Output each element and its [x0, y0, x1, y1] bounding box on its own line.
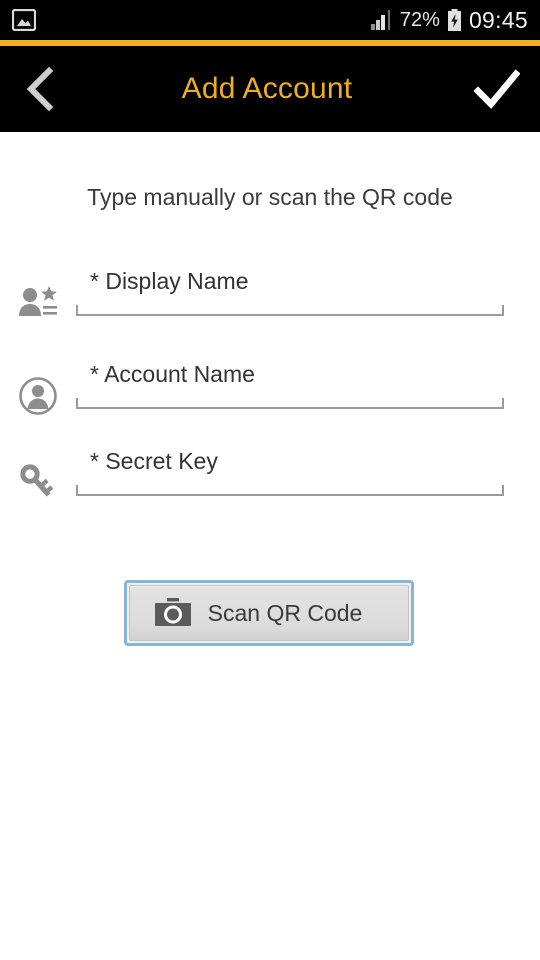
scan-qr-code-label: Scan QR Code	[207, 599, 363, 626]
status-bar: 72% 09:45	[0, 0, 540, 40]
account-name-label: * Account Name	[90, 361, 255, 387]
secret-key-input[interactable]: * Secret Key	[76, 442, 506, 506]
status-bar-left	[12, 9, 36, 31]
scan-qr-code-button-face: Scan QR Code	[129, 585, 409, 641]
phone-screen: 72% 09:45 Add Account Type manually or s…	[0, 0, 540, 960]
secret-key-underline	[76, 485, 504, 496]
field-row-secret-key: * Secret Key	[0, 442, 540, 506]
display-name-label: * Display Name	[90, 268, 249, 294]
key-icon	[0, 442, 76, 506]
battery-percent-label: 72%	[399, 8, 440, 31]
signal-bars-icon	[370, 10, 390, 30]
field-row-display-name: * Display Name	[0, 262, 540, 326]
scan-qr-code-button[interactable]: Scan QR Code	[124, 580, 414, 646]
account-circle-icon	[0, 355, 76, 419]
content-area: Type manually or scan the QR code * Disp…	[0, 132, 540, 960]
display-name-underline	[76, 305, 504, 316]
field-row-account-name: * Account Name	[0, 355, 540, 419]
gallery-icon	[12, 9, 36, 31]
display-name-input[interactable]: * Display Name	[76, 262, 506, 326]
instruction-text: Type manually or scan the QR code	[87, 184, 453, 210]
secret-key-label: * Secret Key	[90, 448, 218, 474]
page-title: Add Account	[181, 72, 353, 105]
app-header: Add Account	[0, 46, 540, 132]
battery-charging-icon	[447, 9, 461, 31]
account-name-underline	[76, 398, 504, 409]
account-name-input[interactable]: * Account Name	[76, 355, 506, 419]
clock-label: 09:45	[468, 6, 528, 33]
confirm-button[interactable]	[454, 46, 540, 132]
chevron-left-icon	[26, 66, 54, 112]
back-button[interactable]	[0, 46, 80, 132]
status-bar-right: 72% 09:45	[370, 6, 528, 34]
contact-star-icon	[0, 262, 76, 326]
camera-icon	[155, 598, 191, 626]
checkmark-icon	[474, 69, 520, 109]
